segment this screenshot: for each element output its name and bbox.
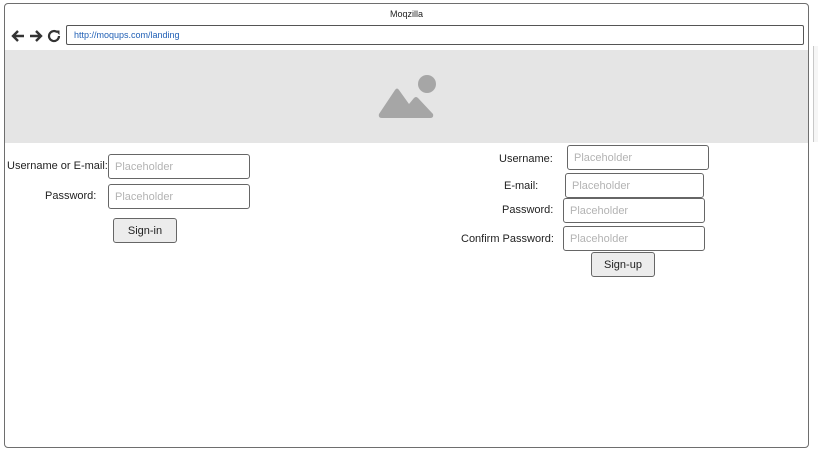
signup-button[interactable]: Sign-up	[591, 252, 655, 277]
browser-window: Moqzilla http://moqups.com/landing Usern…	[4, 3, 809, 448]
signup-email-input[interactable]	[565, 173, 704, 198]
signin-password-input[interactable]	[108, 184, 250, 209]
signup-confirm-password-label: Confirm Password:	[461, 233, 554, 245]
address-bar[interactable]: http://moqups.com/landing	[66, 25, 804, 45]
signup-email-label: E-mail:	[504, 180, 539, 192]
signup-username-input[interactable]	[567, 145, 709, 170]
window-title: Moqzilla	[389, 9, 423, 19]
side-scroll-edge	[813, 46, 818, 142]
signin-password-label: Password:	[45, 190, 97, 202]
arrow-right-icon[interactable]	[28, 28, 44, 44]
signin-username-input[interactable]	[108, 154, 250, 179]
arrow-left-icon[interactable]	[10, 28, 26, 44]
signup-password-input[interactable]	[563, 198, 705, 223]
navigation-bar: http://moqups.com/landing	[5, 24, 808, 50]
hero-image-area	[5, 50, 808, 143]
signup-password-label: Password:	[502, 204, 554, 216]
signin-button[interactable]: Sign-in	[113, 218, 177, 243]
signin-username-label: Username or E-mail:	[7, 160, 108, 172]
signup-confirm-password-input[interactable]	[563, 226, 705, 251]
image-placeholder-icon	[378, 75, 436, 118]
signup-username-label: Username:	[499, 153, 553, 165]
reload-icon[interactable]	[46, 28, 62, 44]
